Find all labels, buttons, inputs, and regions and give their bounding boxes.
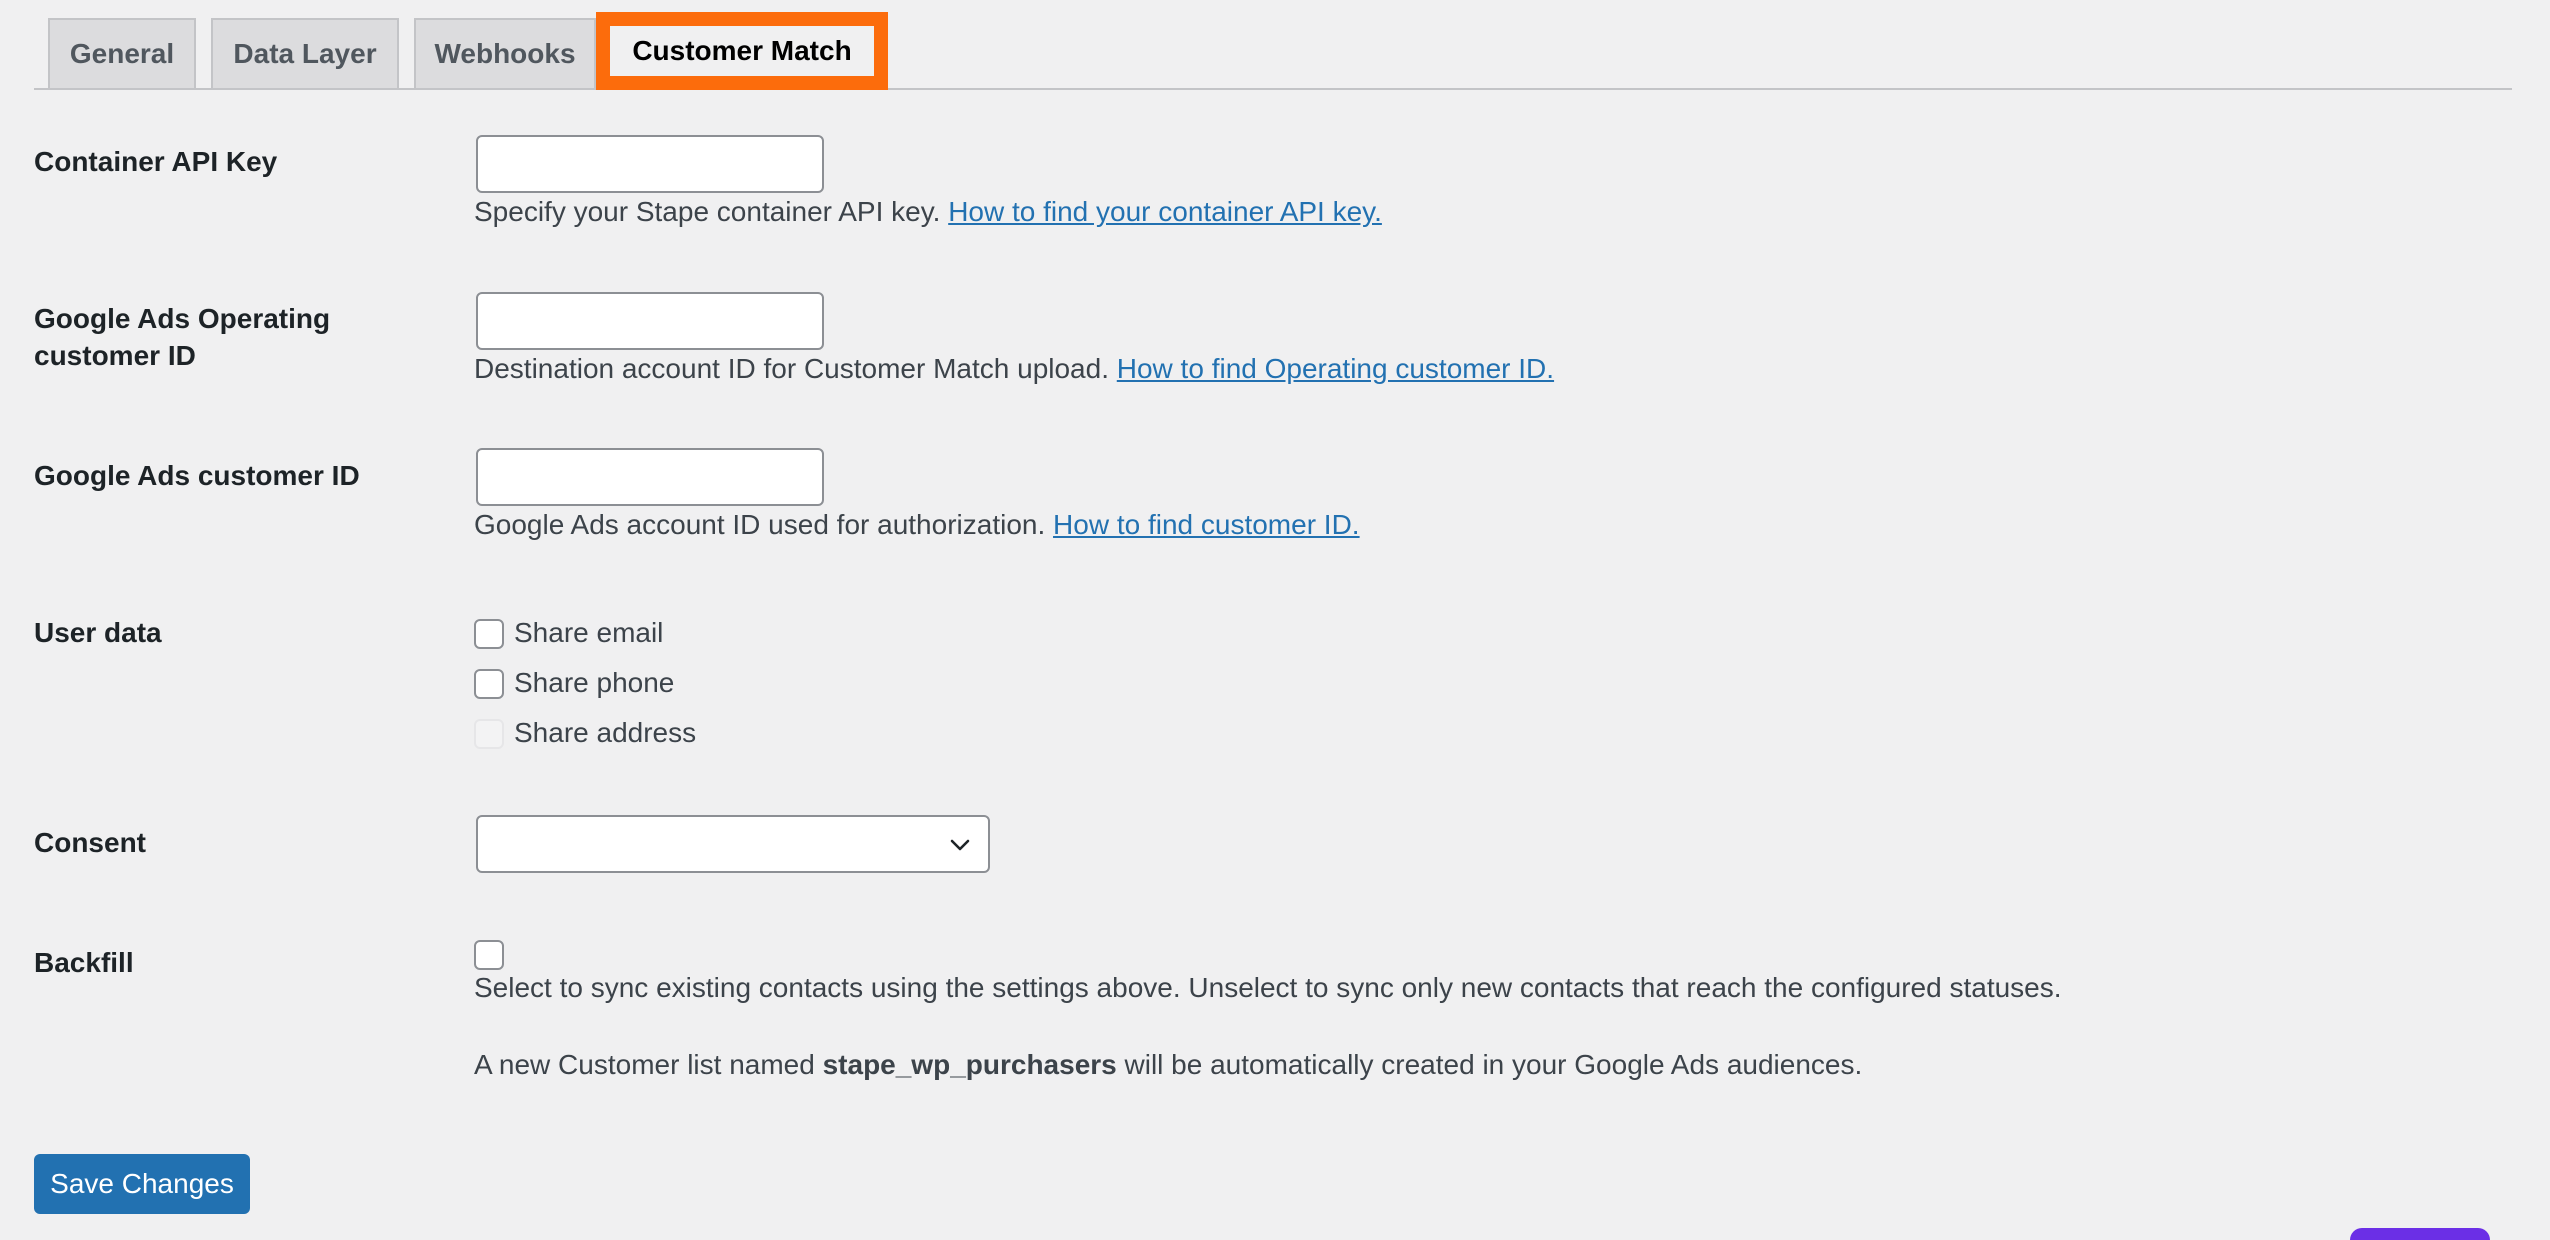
operating-customer-id-label-line2: customer ID <box>34 340 196 371</box>
customer-id-label: Google Ads customer ID <box>34 460 360 491</box>
backfill-label: Backfill <box>34 947 134 978</box>
share-email-checkbox[interactable] <box>474 619 504 649</box>
chevron-down-icon <box>950 839 970 851</box>
tab-customer-match[interactable]: Customer Match <box>596 12 888 90</box>
user-data-label: User data <box>34 617 162 648</box>
operating-customer-id-input[interactable] <box>476 292 824 350</box>
operating-customer-id-label: Google Ads Operating customer ID <box>34 300 330 374</box>
backfill-checkbox[interactable] <box>474 940 504 970</box>
operating-customer-id-label-line1: Google Ads Operating <box>34 303 331 334</box>
share-address-checkbox <box>474 719 504 749</box>
customer-list-note-suffix: will be automatically created in your Go… <box>1124 1049 1863 1080</box>
customer-id-input[interactable] <box>476 448 824 506</box>
share-phone-label[interactable]: Share phone <box>514 665 674 701</box>
share-phone-checkbox[interactable] <box>474 669 504 699</box>
customer-list-note-prefix: A new Customer list named <box>474 1049 815 1080</box>
floating-widget-edge[interactable] <box>2350 1228 2490 1240</box>
container-api-key-help-link[interactable]: How to find your container API key. <box>948 196 1382 227</box>
consent-select[interactable] <box>476 815 990 873</box>
container-api-key-label: Container API Key <box>34 146 278 177</box>
customer-id-description: Google Ads account ID used for authoriza… <box>474 507 1360 543</box>
operating-customer-id-description: Destination account ID for Customer Matc… <box>474 351 1554 387</box>
tab-data-layer-label: Data Layer <box>233 38 377 69</box>
tab-webhooks-label: Webhooks <box>434 38 576 69</box>
container-api-key-description: Specify your Stape container API key. Ho… <box>474 194 1382 230</box>
tab-webhooks[interactable]: Webhooks <box>414 18 596 88</box>
container-api-key-input[interactable] <box>476 135 824 193</box>
tab-data-layer[interactable]: Data Layer <box>211 18 399 88</box>
backfill-description: Select to sync existing contacts using t… <box>474 972 2062 1003</box>
consent-label: Consent <box>34 827 146 858</box>
customer-list-name: stape_wp_purchasers <box>822 1049 1117 1080</box>
save-changes-button[interactable]: Save Changes <box>34 1154 250 1214</box>
share-email-label[interactable]: Share email <box>514 615 663 651</box>
customer-list-note: A new Customer list named stape_wp_purch… <box>474 1047 1862 1083</box>
settings-tabs: General Data Layer Webhooks Customer Mat… <box>34 0 2512 90</box>
customer-id-help-link[interactable]: How to find customer ID. <box>1053 509 1360 540</box>
tab-general-label: General <box>69 38 175 69</box>
tab-general[interactable]: General <box>48 18 196 88</box>
tab-customer-match-label: Customer Match <box>632 35 852 66</box>
customer-id-help-text: Google Ads account ID used for authoriza… <box>474 509 1046 540</box>
operating-customer-id-help-link[interactable]: How to find Operating customer ID. <box>1117 353 1554 384</box>
tab-customer-match-inner: Customer Match <box>596 12 888 90</box>
operating-customer-id-help-text: Destination account ID for Customer Matc… <box>474 353 1109 384</box>
share-address-label: Share address <box>514 717 697 748</box>
container-api-key-help-text: Specify your Stape container API key. <box>474 196 941 227</box>
